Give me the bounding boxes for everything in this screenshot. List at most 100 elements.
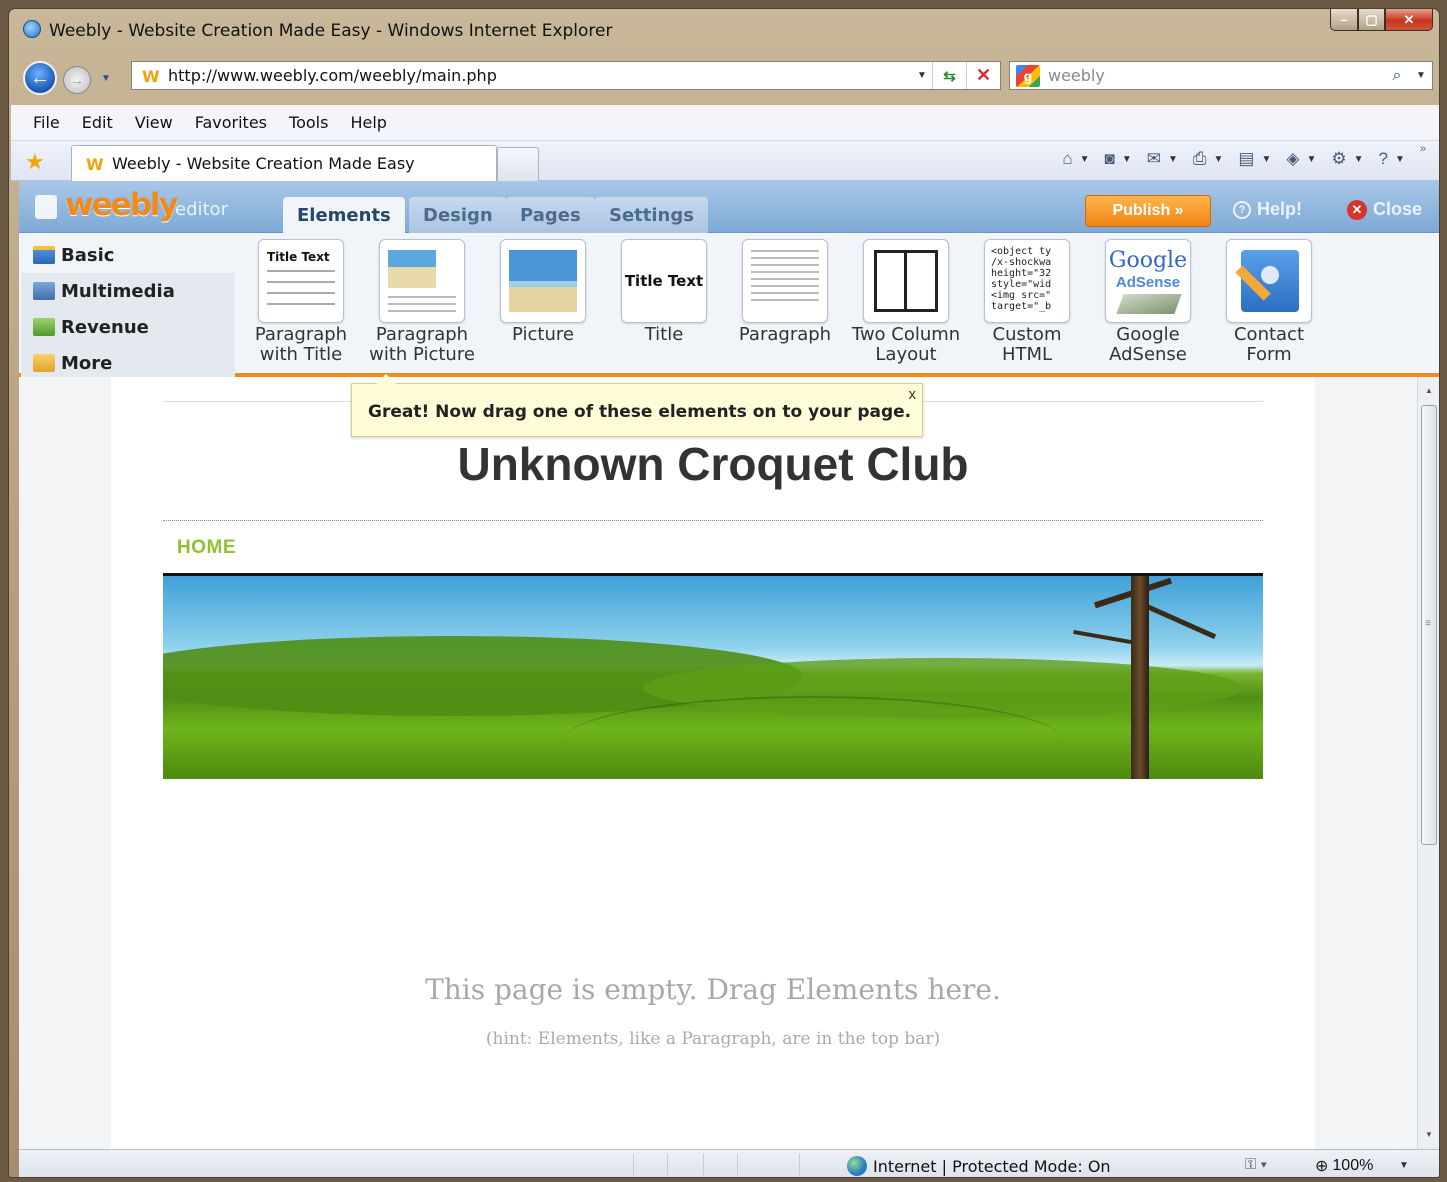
scroll-down-arrow-icon[interactable]: ▼ [1418, 1125, 1439, 1145]
tab-settings[interactable]: Settings [595, 197, 708, 233]
search-icon[interactable]: ⌕ [1384, 67, 1410, 85]
element-two-column-layout[interactable]: Two Column Layout [846, 239, 966, 365]
revenue-category-icon [33, 318, 55, 336]
element-google-adsense[interactable]: Google AdSense Google AdSense [1088, 239, 1208, 365]
address-dropdown-icon[interactable]: ▼ [912, 62, 932, 89]
thumb-text-lines [388, 296, 456, 317]
two-column-icon [863, 239, 949, 323]
address-bar[interactable]: W http://www.weebly.com/weebly/main.php … [131, 61, 1001, 90]
overflow-chevron-icon[interactable]: » [1417, 143, 1429, 155]
page-icon[interactable]: ▤ [1235, 149, 1257, 169]
help-circle-icon[interactable]: ? [1376, 149, 1391, 169]
element-title[interactable]: Title Text Title [604, 239, 724, 345]
element-paragraph[interactable]: Paragraph [725, 239, 845, 345]
weebly-logo: weebly [65, 187, 179, 223]
help-dropdown-icon[interactable]: ▼ [1395, 154, 1413, 165]
site-title[interactable]: Unknown Croquet Club [163, 437, 1263, 491]
category-revenue[interactable]: Revenue [21, 309, 235, 345]
category-basic[interactable]: Basic [21, 237, 235, 273]
print-icon[interactable]: ⎙ [1190, 149, 1210, 169]
thumb-google-text: Google [1108, 248, 1188, 273]
element-paragraph-with-title[interactable]: Title Text Paragraph with Title [241, 239, 361, 365]
status-divider [667, 1154, 668, 1176]
stop-icon[interactable]: ✕ [966, 62, 1000, 89]
back-button[interactable]: ← [23, 61, 57, 95]
site-page[interactable]: Unknown Croquet Club HOME This page is e… [111, 374, 1315, 1149]
maximize-button[interactable]: ▢ [1358, 9, 1385, 31]
page-dropdown-icon[interactable]: ▼ [1261, 154, 1279, 165]
tab-pages[interactable]: Pages [506, 197, 595, 233]
home-icon[interactable]: ⌂ [1059, 149, 1075, 169]
element-label: Paragraph with Picture [369, 324, 475, 365]
tab-design[interactable]: Design [409, 197, 507, 233]
element-label: Paragraph with Title [254, 324, 348, 365]
weebly-logo-icon [35, 195, 57, 219]
feeds-icon[interactable]: ◙ [1102, 149, 1118, 169]
security-zone[interactable]: Internet | Protected Mode: On [847, 1156, 1111, 1176]
element-custom-html[interactable]: <object ty /x-shockwa height="32 style="… [967, 239, 1087, 365]
menu-tools[interactable]: Tools [289, 113, 328, 132]
address-url[interactable]: http://www.weebly.com/weebly/main.php [168, 66, 912, 85]
ie-logo-icon [23, 20, 41, 38]
refresh-icon[interactable]: ⇆ [932, 62, 966, 89]
history-dropdown-icon[interactable]: ▼ [101, 73, 111, 84]
safety-icon[interactable]: ◈ [1283, 149, 1302, 169]
scrollbar-thumb[interactable]: ≡ [1421, 405, 1437, 845]
category-label: More [61, 352, 113, 374]
category-label: Revenue [61, 316, 149, 338]
tools-gear-icon[interactable]: ⚙ [1328, 149, 1349, 169]
tools-dropdown-icon[interactable]: ▼ [1354, 154, 1372, 165]
window-controls: – ▢ ✕ [1330, 9, 1433, 31]
element-contact-form[interactable]: Contact Form [1209, 239, 1329, 365]
element-paragraph-with-picture[interactable]: Paragraph with Picture [362, 239, 482, 365]
help-label: Help! [1257, 199, 1302, 219]
feeds-dropdown-icon[interactable]: ▼ [1122, 154, 1140, 165]
publish-button[interactable]: Publish » [1085, 195, 1211, 227]
forward-button[interactable]: → [63, 66, 91, 94]
menu-view[interactable]: View [135, 113, 173, 132]
category-more[interactable]: More [21, 345, 235, 381]
zoom-dropdown-icon[interactable]: ▼ [1399, 1160, 1409, 1171]
menu-edit[interactable]: Edit [82, 113, 113, 132]
zoom-control[interactable]: ⊕ 100% [1315, 1156, 1373, 1176]
vertical-scrollbar[interactable]: ▲ ≡ ▼ [1417, 377, 1439, 1149]
search-bar[interactable]: g weebly ⌕ ▼ [1009, 61, 1433, 90]
custom-html-icon: <object ty /x-shockwa height="32 style="… [984, 239, 1070, 323]
title-bar: Weebly - Website Creation Made Easy - Wi… [9, 9, 1439, 49]
menu-file[interactable]: File [33, 113, 60, 132]
status-divider [737, 1154, 738, 1176]
empty-page-hint: (hint: Elements, like a Paragraph, are i… [485, 1029, 941, 1049]
tab-weebly[interactable]: W Weebly - Website Creation Made Easy [71, 145, 497, 181]
new-tab-button[interactable] [497, 147, 539, 181]
scroll-up-arrow-icon[interactable]: ▲ [1418, 381, 1439, 401]
safety-dropdown-icon[interactable]: ▼ [1306, 154, 1324, 165]
nav-home-link[interactable]: HOME [177, 537, 236, 559]
paragraph-title-icon: Title Text [258, 239, 344, 323]
home-dropdown-icon[interactable]: ▼ [1080, 154, 1098, 165]
category-multimedia[interactable]: Multimedia [21, 273, 235, 309]
close-editor-button[interactable]: ✕ Close [1347, 199, 1422, 220]
close-window-button[interactable]: ✕ [1385, 9, 1433, 31]
title-divider [163, 520, 1263, 521]
minimize-button[interactable]: – [1330, 9, 1358, 31]
mail-dropdown-icon[interactable]: ▼ [1168, 154, 1186, 165]
empty-page-message: This page is empty. Drag Elements here. [425, 973, 1001, 1006]
google-search-icon: g [1016, 64, 1040, 87]
element-picture[interactable]: Picture [483, 239, 603, 345]
tooltip-close-button[interactable]: x [909, 386, 917, 403]
search-input[interactable]: weebly [1048, 66, 1384, 85]
favorites-star-icon[interactable]: ★ [25, 149, 45, 175]
thumb-title-text: Title Text [267, 250, 330, 264]
mail-icon[interactable]: ✉ [1144, 149, 1164, 169]
help-button[interactable]: ? Help! [1233, 199, 1302, 220]
print-dropdown-icon[interactable]: ▼ [1213, 154, 1231, 165]
close-icon: ✕ [1347, 199, 1367, 220]
weebly-editor-bar: weebly editor Elements Design Pages Sett… [19, 181, 1439, 234]
search-options-dropdown-icon[interactable]: ▼ [1410, 70, 1432, 81]
menu-favorites[interactable]: Favorites [195, 113, 267, 132]
menu-help[interactable]: Help [350, 113, 386, 132]
category-list: Basic Multimedia Revenue More [21, 237, 235, 381]
tab-elements[interactable]: Elements [283, 197, 405, 234]
protected-mode-icon[interactable]: ⚿ ▾ [1245, 1156, 1267, 1173]
close-label: Close [1373, 199, 1423, 219]
